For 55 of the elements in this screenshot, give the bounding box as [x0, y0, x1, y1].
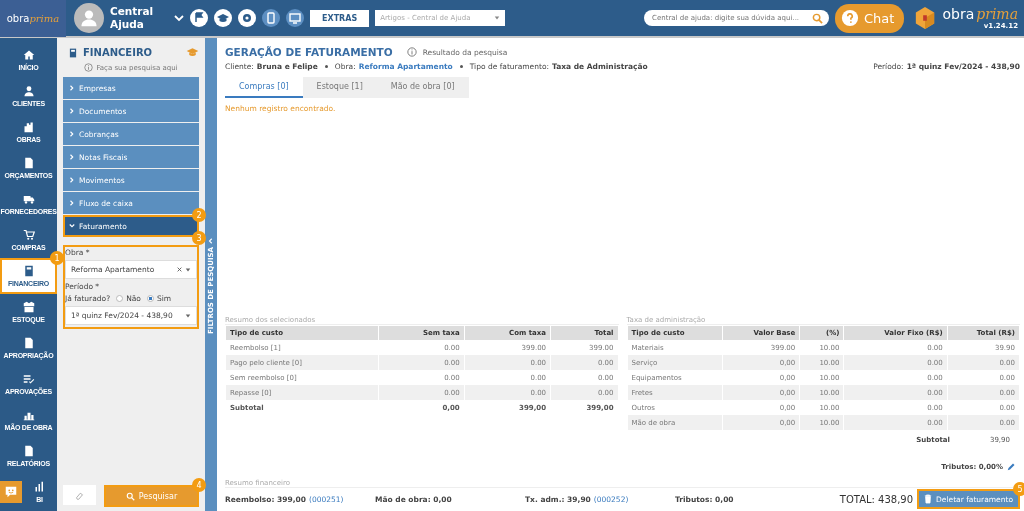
calculator-icon [68, 46, 78, 59]
callout-badge: 2 [192, 208, 206, 222]
calculator-icon [22, 265, 35, 277]
caret-icon [185, 266, 191, 273]
bar-chart-icon [33, 481, 46, 493]
chevron-right-icon [69, 176, 75, 183]
panel-title: FINANCEIRO [83, 47, 153, 58]
page-title: GERAÇÃO DE FATURAMENTO [225, 46, 393, 58]
tab[interactable]: Estoque [1] [302, 77, 377, 98]
callout-badge: 1 [50, 251, 64, 265]
checklist-icon [22, 373, 35, 385]
document-icon [22, 157, 35, 169]
avatar-icon[interactable] [74, 3, 104, 33]
document-icon [22, 337, 35, 349]
separator-dot [459, 65, 463, 68]
cart-icon [22, 229, 35, 241]
chevron-left-icon [208, 238, 214, 244]
chevron-right-icon [69, 130, 75, 137]
phone-icon[interactable] [262, 9, 280, 27]
callout-badge: 3 [192, 231, 206, 245]
pencil-icon[interactable] [1007, 462, 1016, 471]
cube-logo-icon [914, 6, 937, 30]
caret-icon [494, 15, 501, 21]
question-icon [841, 9, 860, 27]
total-value: TOTAL: 438,90 [839, 493, 914, 505]
chevron-down-icon[interactable] [174, 13, 184, 23]
graduation-cap-icon[interactable] [214, 9, 232, 27]
chevron-right-icon [69, 199, 75, 206]
monitor-icon[interactable] [286, 9, 304, 27]
search-icon [125, 491, 135, 501]
chevron-right-icon [69, 153, 75, 160]
chevron-right-icon [69, 84, 75, 91]
eraser-icon [75, 490, 84, 500]
clear-icon[interactable] [177, 267, 182, 272]
callout-badge: 5 [1013, 482, 1024, 496]
boxes-icon [22, 301, 35, 313]
extras-button[interactable]: EXTRAS [310, 9, 370, 27]
tab[interactable]: Mão de obra [0] [376, 77, 469, 98]
chevron-down-icon [69, 222, 75, 229]
user-name: Central Ajuda [110, 5, 155, 31]
info-icon [84, 63, 94, 72]
truck-icon [22, 193, 35, 205]
callout-badge: 4 [192, 478, 206, 492]
buildings-icon [22, 121, 35, 133]
person-icon [22, 85, 35, 97]
document-icon [22, 445, 35, 457]
chevron-right-icon [69, 107, 75, 114]
info-icon [406, 47, 417, 57]
brand-logo: obra prima [942, 6, 1018, 22]
separator-dot [324, 65, 328, 68]
home-icon [22, 49, 35, 61]
logo[interactable]: obraprima [0, 0, 66, 37]
caret-icon [185, 312, 191, 319]
flag-icon[interactable] [190, 9, 208, 27]
trash-icon [924, 494, 933, 504]
